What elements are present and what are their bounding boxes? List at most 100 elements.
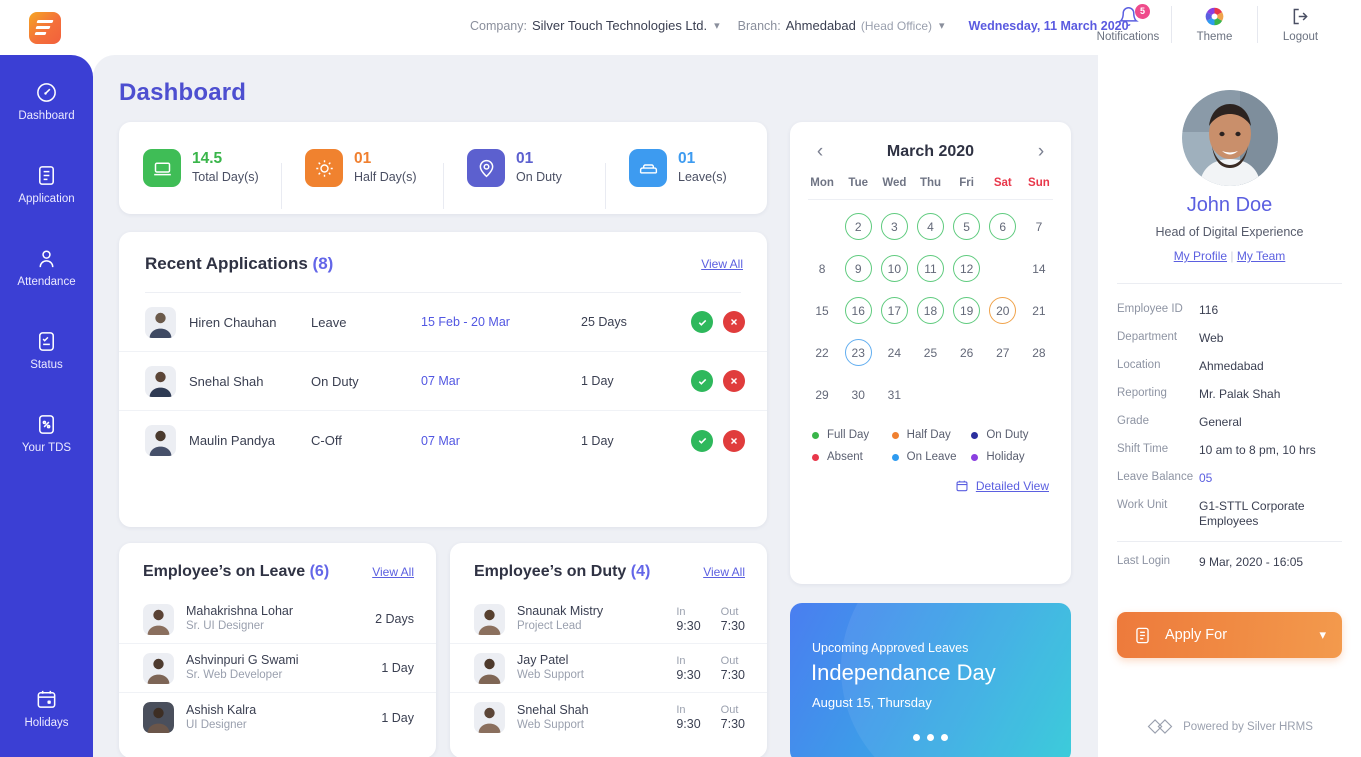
sidebar-bottom: Holidays	[0, 662, 93, 745]
chevron-left-icon[interactable]: ‹	[810, 142, 830, 161]
calendar-day-18[interactable]: 18	[916, 297, 944, 324]
field-value[interactable]: 05	[1199, 471, 1212, 486]
sidebar-item-your-tds[interactable]: Your TDS	[0, 397, 93, 470]
document-icon	[1136, 627, 1149, 643]
employees-on-leave-view-all[interactable]: View All	[372, 565, 414, 579]
calendar-day-30[interactable]: 30	[845, 381, 872, 408]
list-item[interactable]: Ashvinpuri G Swami Sr. Web Developer 1 D…	[119, 644, 436, 693]
employee-name: Mahakrishna Lohar	[186, 604, 294, 618]
calendar-day-5[interactable]: 5	[953, 213, 981, 240]
application-date[interactable]: 07 Mar	[421, 434, 581, 448]
calendar-day-21[interactable]: 21	[1025, 297, 1052, 324]
powered-by: Powered by Silver HRMS	[1098, 718, 1361, 735]
carousel-dot[interactable]	[913, 734, 920, 741]
row-actions	[691, 429, 745, 452]
applicant-name: Snehal Shah	[189, 373, 264, 389]
sidebar-item-attendance[interactable]: Attendance	[0, 231, 93, 304]
list-item[interactable]: Snehal Shah Web Support In 9:30 Out 7:30	[450, 693, 767, 742]
calendar-day-9[interactable]: 9	[844, 255, 872, 282]
company-value[interactable]: Silver Touch Technologies Ltd.	[532, 18, 707, 33]
table-row[interactable]: Hiren Chauhan Leave 15 Feb - 20 Mar 25 D…	[119, 293, 767, 352]
carousel-dot[interactable]	[941, 734, 948, 741]
approve-icon[interactable]	[691, 370, 713, 392]
sidebar-item-status[interactable]: Status	[0, 314, 93, 387]
calendar-day-23[interactable]: 23	[844, 339, 872, 366]
calendar-day-20[interactable]: 20	[989, 297, 1017, 324]
reject-icon[interactable]	[723, 311, 745, 333]
theme-button[interactable]: Theme	[1171, 6, 1257, 43]
upcoming-leaves-banner[interactable]: Upcoming Approved Leaves Independance Da…	[790, 603, 1071, 757]
stat-on-duty[interactable]: 01 On Duty	[443, 149, 605, 209]
logout-button[interactable]: Logout	[1257, 6, 1343, 43]
calendar-day-2[interactable]: 2	[844, 213, 872, 240]
calendar-day-17[interactable]: 17	[880, 297, 908, 324]
detailed-view-link[interactable]: Detailed View	[976, 479, 1049, 493]
apply-for-button[interactable]: Apply For ▾	[1117, 612, 1342, 658]
calendar-day-11[interactable]: 11	[916, 255, 944, 282]
sidebar-item-dashboard[interactable]: Dashboard	[0, 65, 93, 138]
sidebar-item-holidays[interactable]: Holidays	[0, 672, 93, 745]
calendar-day-8[interactable]: 8	[809, 255, 836, 282]
application-date[interactable]: 15 Feb - 20 Mar	[421, 315, 581, 329]
carousel-dot[interactable]	[927, 734, 934, 741]
stat-total-days[interactable]: 14.5 Total Day(s)	[119, 149, 281, 187]
application-date[interactable]: 07 Mar	[421, 374, 581, 388]
my-profile-link[interactable]: My Profile	[1174, 249, 1227, 263]
calendar-day-14[interactable]: 14	[1025, 255, 1052, 282]
calendar-day-29[interactable]: 29	[809, 381, 836, 408]
in-label: In	[676, 704, 686, 716]
calendar-cell: 12	[949, 248, 985, 289]
in-label: In	[676, 654, 686, 667]
reject-icon[interactable]	[723, 429, 745, 452]
out-time: 7:30	[720, 618, 745, 633]
list-item[interactable]: Ashish Kalra UI Designer 1 Day	[119, 693, 436, 742]
calendar-header: ‹ March 2020 ›	[790, 122, 1071, 161]
company-chevron-down-icon[interactable]: ▾	[714, 19, 720, 32]
app-logo[interactable]	[29, 12, 61, 44]
recent-applications-header: Recent Applications (8) View All	[119, 232, 767, 274]
list-item[interactable]: Mahakrishna Lohar Sr. UI Designer 2 Days	[119, 595, 436, 644]
stat-leaves[interactable]: 01 Leave(s)	[605, 149, 767, 209]
approve-icon[interactable]	[691, 311, 713, 333]
calendar-day-26[interactable]: 26	[953, 339, 980, 366]
calendar-day-15[interactable]: 15	[809, 297, 836, 324]
calendar-cell: 26	[949, 332, 985, 373]
calendar-day-16[interactable]: 16	[844, 297, 872, 324]
approve-icon[interactable]	[691, 429, 713, 452]
calendar-day-31[interactable]: 31	[881, 381, 908, 408]
stat-half-days[interactable]: 01 Half Day(s)	[281, 149, 443, 209]
employees-on-duty-view-all[interactable]: View All	[703, 565, 745, 579]
recent-applications-view-all[interactable]: View All	[701, 257, 743, 271]
list-item[interactable]: Jay Patel Web Support In 9:30 Out 7:30	[450, 644, 767, 693]
recent-applications-title: Recent Applications (8)	[145, 254, 333, 274]
calendar-day-22[interactable]: 22	[809, 339, 836, 366]
banner-carousel-dots[interactable]	[790, 734, 1071, 741]
avatar[interactable]	[1182, 90, 1278, 186]
table-row[interactable]: Snehal Shah On Duty 07 Mar 1 Day	[119, 352, 767, 411]
link-divider: |	[1230, 249, 1234, 263]
calendar-day-28[interactable]: 28	[1025, 339, 1052, 366]
calendar-day-19[interactable]: 19	[953, 297, 981, 324]
calendar-day-6[interactable]: 6	[989, 213, 1017, 240]
table-row[interactable]: Maulin Pandya C-Off 07 Mar 1 Day	[119, 411, 767, 470]
branch-chevron-down-icon[interactable]: ▾	[939, 19, 945, 32]
notifications-button[interactable]: 5 Notifications	[1085, 4, 1171, 43]
branch-value[interactable]: Ahmedabad	[786, 18, 856, 33]
calendar-day-12[interactable]: 12	[953, 255, 981, 282]
employees-on-duty-count: (4)	[630, 563, 651, 580]
list-item[interactable]: Snaunak Mistry Project Lead In 9:30 Out …	[450, 595, 767, 644]
calendar-day-10[interactable]: 10	[880, 255, 908, 282]
my-team-link[interactable]: My Team	[1237, 249, 1285, 263]
calendar-day-4[interactable]: 4	[916, 213, 944, 240]
calendar-day-7[interactable]: 7	[1025, 213, 1052, 240]
dow-sat: Sat	[993, 177, 1012, 189]
calendar-day-27[interactable]: 27	[989, 339, 1016, 366]
calendar-day-25[interactable]: 25	[917, 339, 944, 366]
leave-days: 2 Days	[375, 612, 414, 626]
reject-icon[interactable]	[723, 370, 745, 392]
calendar-day-3[interactable]: 3	[880, 213, 908, 240]
chevron-down-icon[interactable]: ▾	[1319, 627, 1326, 643]
chevron-right-icon[interactable]: ›	[1031, 142, 1051, 161]
calendar-day-24[interactable]: 24	[881, 339, 908, 366]
sidebar-item-application[interactable]: Application	[0, 148, 93, 221]
